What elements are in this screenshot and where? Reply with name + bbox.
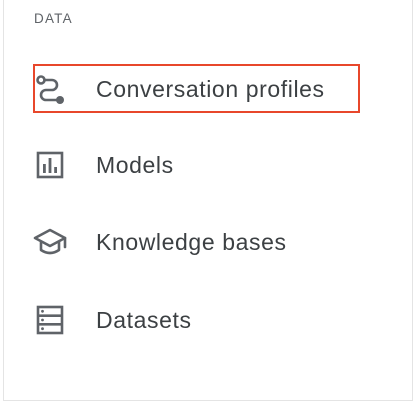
- school-icon: [32, 224, 68, 260]
- sidebar-panel: DATA Conversation profiles Models Knowle…: [3, 0, 413, 401]
- sidebar-item-label: Knowledge bases: [96, 228, 287, 255]
- sidebar-item-conversation-profiles[interactable]: Conversation profiles: [24, 63, 325, 115]
- sidebar-item-datasets[interactable]: Datasets: [24, 294, 192, 346]
- sidebar-item-knowledge-bases[interactable]: Knowledge bases: [24, 216, 287, 268]
- section-heading-data: DATA: [34, 11, 73, 26]
- route-icon: [32, 71, 68, 107]
- storage-icon: [32, 302, 68, 338]
- bar-chart-icon: [32, 147, 68, 183]
- sidebar-item-models[interactable]: Models: [24, 139, 174, 191]
- sidebar-item-label: Datasets: [96, 306, 192, 333]
- sidebar-item-label: Models: [96, 151, 174, 178]
- sidebar-item-label: Conversation profiles: [96, 75, 325, 102]
